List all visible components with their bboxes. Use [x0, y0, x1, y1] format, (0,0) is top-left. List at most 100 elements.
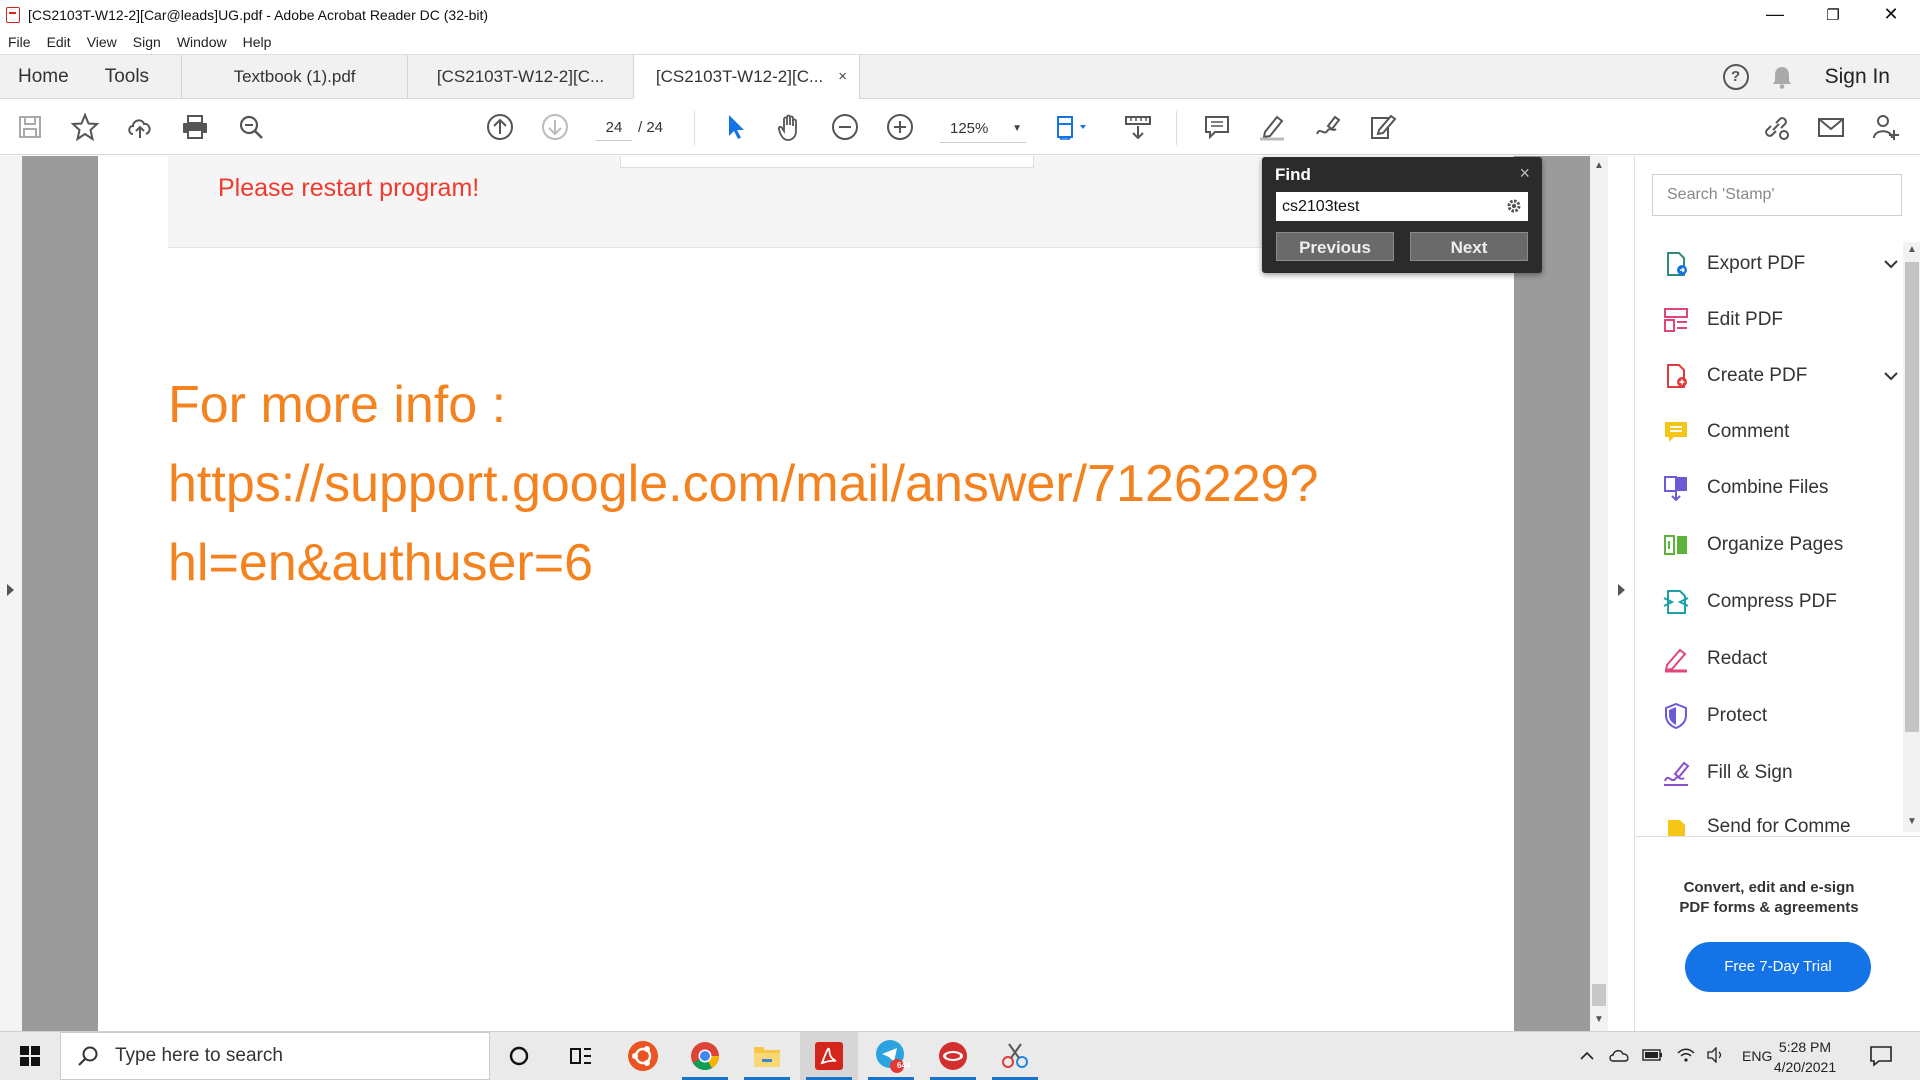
- free-trial-button[interactable]: Free 7-Day Trial: [1685, 942, 1871, 992]
- info-link-line-1[interactable]: https://support.google.com/mail/answer/7…: [168, 445, 1318, 524]
- acrobat-taskbar-icon[interactable]: [800, 1032, 858, 1080]
- tools-search-input[interactable]: Search 'Stamp': [1652, 174, 1902, 216]
- wifi-icon[interactable]: [1676, 1047, 1696, 1066]
- ubuntu-icon[interactable]: [614, 1032, 672, 1080]
- previous-page-icon[interactable]: [484, 111, 516, 143]
- scrollbar-thumb[interactable]: [1905, 262, 1919, 732]
- hand-tool-icon[interactable]: [774, 111, 806, 143]
- tab-label: [CS2103T-W12-2][C...: [436, 66, 605, 86]
- tab-doc-active[interactable]: [CS2103T-W12-2][C... ×: [633, 55, 860, 99]
- document-scrollbar[interactable]: ▲ ▼: [1590, 156, 1608, 1031]
- cortana-icon[interactable]: [490, 1032, 548, 1080]
- menu-view[interactable]: View: [79, 34, 125, 50]
- tool-organize-pages[interactable]: Organize Pages: [1661, 527, 1843, 563]
- tab-textbook[interactable]: Textbook (1).pdf: [181, 55, 407, 98]
- toolbar-separator: [1176, 111, 1177, 145]
- toolbar: 24 / 24 125% ▼: [0, 99, 1920, 155]
- scroll-up-icon[interactable]: ▲: [1907, 244, 1917, 255]
- star-icon[interactable]: [69, 111, 101, 143]
- zoom-out-icon[interactable]: [829, 111, 861, 143]
- tab-close-icon[interactable]: ×: [838, 68, 847, 85]
- restore-button[interactable]: ❐: [1804, 0, 1862, 29]
- tool-export-pdf[interactable]: Export PDF: [1661, 246, 1898, 282]
- tool-label: Create PDF: [1707, 365, 1808, 386]
- highlight-pen-icon[interactable]: [1256, 111, 1288, 143]
- menu-window[interactable]: Window: [169, 34, 235, 50]
- title-bar: [CS2103T-W12-2][Car@leads]UG.pdf - Adobe…: [0, 0, 1920, 29]
- telegram-icon[interactable]: 644: [862, 1032, 920, 1080]
- promo-text: Convert, edit and e-sign PDF forms & agr…: [1679, 879, 1859, 916]
- print-icon[interactable]: [179, 111, 211, 143]
- tool-combine-files[interactable]: Combine Files: [1661, 470, 1828, 506]
- close-window-button[interactable]: ✕: [1862, 0, 1920, 29]
- find-close-icon[interactable]: ×: [1519, 163, 1530, 184]
- tab-doc-2[interactable]: [CS2103T-W12-2][C...: [407, 55, 633, 98]
- screenshot-inner-box: [620, 156, 1034, 168]
- tool-send-for-comment[interactable]: Send for Comme: [1661, 812, 1851, 836]
- tab-tools[interactable]: Tools: [87, 55, 181, 98]
- notifications-icon[interactable]: [1852, 1032, 1910, 1080]
- sign-in-button[interactable]: Sign In: [1825, 65, 1890, 89]
- left-panel-toggle[interactable]: [0, 156, 22, 1031]
- tool-fill-sign[interactable]: Fill & Sign: [1661, 755, 1793, 791]
- tool-edit-pdf[interactable]: Edit PDF: [1661, 302, 1783, 338]
- document-viewport[interactable]: Please restart program! For more info : …: [22, 156, 1590, 1031]
- file-explorer-icon[interactable]: [738, 1032, 796, 1080]
- windows-start-button[interactable]: [0, 1032, 60, 1080]
- taskbar-clock[interactable]: 5:28 PM 4/20/2021: [1764, 1037, 1846, 1077]
- find-next-button[interactable]: Next: [1410, 232, 1528, 261]
- page-number-input[interactable]: 24: [596, 115, 632, 141]
- battery-icon[interactable]: [1642, 1048, 1664, 1064]
- tool-protect[interactable]: Protect: [1661, 698, 1767, 734]
- expand-right-panel-icon[interactable]: [1618, 584, 1625, 596]
- zoom-level-select[interactable]: 125% ▼: [940, 115, 1026, 143]
- scroll-down-icon[interactable]: ▼: [1594, 1014, 1604, 1025]
- show-hidden-icons-icon[interactable]: [1580, 1048, 1594, 1064]
- find-query: cs2103test: [1282, 198, 1360, 215]
- zoom-search-icon[interactable]: [235, 111, 267, 143]
- bell-icon[interactable]: [1771, 65, 1793, 89]
- select-cursor-icon[interactable]: [719, 111, 751, 143]
- scroll-down-icon[interactable]: ▼: [1907, 816, 1917, 827]
- scrollbar-thumb[interactable]: [1592, 984, 1606, 1006]
- tool-compress-pdf[interactable]: Compress PDF: [1661, 584, 1837, 620]
- minimize-button[interactable]: —: [1746, 0, 1804, 29]
- info-link-line-2[interactable]: hl=en&authuser=6: [168, 524, 1318, 603]
- find-previous-button[interactable]: Previous: [1276, 232, 1394, 261]
- menu-edit[interactable]: Edit: [39, 34, 79, 50]
- more-tools-icon[interactable]: [1366, 111, 1398, 143]
- next-page-icon[interactable]: [539, 111, 571, 143]
- sign-pen-icon[interactable]: [1311, 111, 1343, 143]
- snipping-tool-icon[interactable]: [986, 1032, 1044, 1080]
- upload-cloud-icon[interactable]: [124, 111, 156, 143]
- menu-sign[interactable]: Sign: [125, 34, 169, 50]
- share-link-icon[interactable]: [1760, 111, 1792, 143]
- expand-left-icon: [7, 584, 14, 596]
- red-app-icon[interactable]: [924, 1032, 982, 1080]
- find-input[interactable]: cs2103test: [1276, 192, 1528, 221]
- scroll-mode-icon[interactable]: [1122, 111, 1154, 143]
- menu-help[interactable]: Help: [235, 34, 280, 50]
- onedrive-icon[interactable]: [1608, 1048, 1630, 1065]
- volume-icon[interactable]: [1706, 1045, 1726, 1066]
- gear-icon[interactable]: [1506, 198, 1522, 214]
- chevron-down-icon[interactable]: [1883, 256, 1899, 272]
- scroll-up-icon[interactable]: ▲: [1594, 160, 1604, 171]
- save-icon[interactable]: [14, 111, 46, 143]
- chevron-down-icon[interactable]: [1883, 368, 1899, 384]
- tool-comment[interactable]: Comment: [1661, 414, 1789, 450]
- zoom-in-icon[interactable]: [884, 111, 916, 143]
- taskbar-search[interactable]: Type here to search: [60, 1032, 490, 1080]
- tool-create-pdf[interactable]: Create PDF: [1661, 358, 1898, 394]
- tab-home[interactable]: Home: [0, 55, 87, 98]
- tool-redact[interactable]: Redact: [1661, 641, 1767, 677]
- help-icon[interactable]: ?: [1722, 63, 1749, 90]
- email-icon[interactable]: [1815, 111, 1847, 143]
- task-view-icon[interactable]: [552, 1032, 610, 1080]
- comment-icon[interactable]: [1201, 111, 1233, 143]
- menu-file[interactable]: File: [0, 34, 39, 50]
- fit-page-icon[interactable]: [1052, 111, 1096, 143]
- chrome-icon[interactable]: [676, 1032, 734, 1080]
- tools-scrollbar[interactable]: ▲ ▼: [1903, 242, 1920, 832]
- add-user-icon[interactable]: [1870, 111, 1902, 143]
